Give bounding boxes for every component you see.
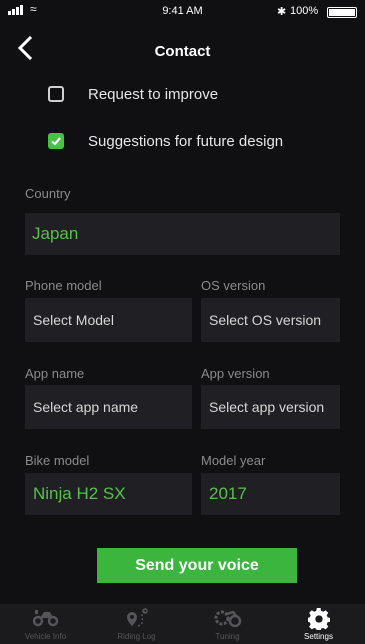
app-name-placeholder: Select app name [33, 399, 139, 415]
checkbox[interactable] [48, 86, 64, 102]
app-version-placeholder: Select app version [209, 399, 325, 415]
status-bar: ≈ 9:41 AM ✱ 100% [0, 0, 365, 22]
tab-settings[interactable]: Settings [273, 604, 364, 644]
bluetooth-icon: ✱ [277, 6, 287, 18]
checkbox-checked[interactable] [48, 133, 64, 149]
app-version-label: App version [201, 366, 270, 381]
send-your-voice-button[interactable]: Send your voice [97, 548, 297, 583]
gear-icon [307, 608, 330, 630]
route-pin-icon [126, 608, 148, 627]
checkbox-label: Request to improve [88, 86, 219, 103]
phone-model-select[interactable]: Select Model [25, 298, 192, 342]
tab-vehicle-info[interactable]: Vehicle Info [0, 604, 91, 644]
motorcycle-info-icon [32, 610, 58, 627]
page-title: Contact [154, 43, 211, 60]
tab-label: Vehicle Info [24, 632, 67, 641]
app-version-select[interactable]: Select app version [201, 385, 340, 429]
model-year-select[interactable]: 2017 [201, 473, 340, 515]
tab-bar: Vehicle Info Riding Log Tuning Settings [0, 604, 365, 644]
model-year-value: 2017 [209, 484, 247, 503]
app-name-select[interactable]: Select app name [25, 385, 192, 429]
os-version-label: OS version [201, 278, 266, 293]
app-name-label: App name [25, 366, 85, 381]
country-label: Country [25, 186, 71, 201]
tab-tuning[interactable]: Tuning [182, 604, 273, 644]
checkbox-suggestions-future-design[interactable]: Suggestions for future design [0, 124, 365, 160]
tab-label: Tuning [215, 632, 240, 641]
tab-label: Riding Log [117, 632, 156, 641]
bike-model-select[interactable]: Ninja H2 SX [25, 473, 192, 515]
model-year-label: Model year [201, 453, 266, 468]
os-version-placeholder: Select OS version [209, 312, 322, 328]
battery-icon [327, 7, 357, 18]
checkbox-request-to-improve[interactable]: Request to improve [0, 77, 365, 113]
bike-model-label: Bike model [25, 453, 90, 468]
tab-label: Settings [304, 632, 333, 641]
battery-percent: 100% [290, 5, 319, 17]
country-value: Japan [32, 224, 79, 243]
navigation-bar: Contact [0, 22, 365, 78]
tuning-gear-icon [214, 610, 241, 628]
bike-model-value: Ninja H2 SX [33, 484, 126, 503]
checkmark-icon [51, 137, 61, 146]
phone-model-label: Phone model [25, 278, 102, 293]
tab-riding-log[interactable]: Riding Log [91, 604, 182, 644]
checkbox-label: Suggestions for future design [88, 133, 284, 150]
country-field[interactable]: Japan [25, 213, 340, 255]
os-version-select[interactable]: Select OS version [201, 298, 340, 342]
phone-model-placeholder: Select Model [33, 312, 114, 328]
